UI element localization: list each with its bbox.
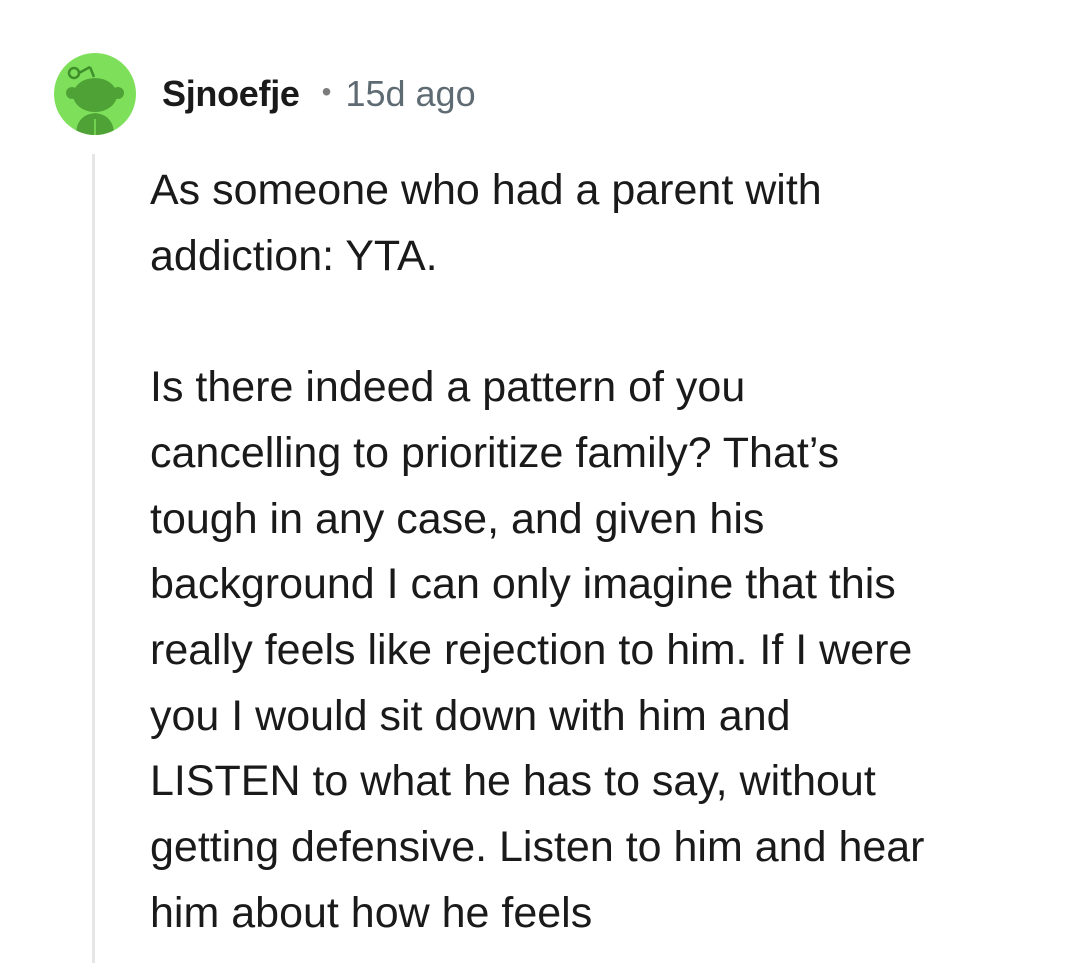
comment: Sjnoefje • 15d ago As someone who had a … bbox=[0, 0, 1080, 963]
timestamp: 15d ago bbox=[345, 73, 476, 114]
comment-line: tough in any case, and given his bbox=[150, 494, 765, 543]
thread-line[interactable] bbox=[92, 154, 95, 963]
comment-line: addiction: YTA. bbox=[150, 231, 438, 280]
comment-line: LISTEN to what he has to say, without bbox=[150, 757, 876, 806]
username[interactable]: Sjnoefje bbox=[162, 73, 300, 115]
comment-line: you I would sit down with him and bbox=[150, 691, 791, 740]
comment-line: As someone who had a parent with bbox=[150, 166, 822, 214]
comment-body: As someone who had a parent with addicti… bbox=[150, 158, 1030, 946]
comment-line: getting defensive. Listen to him and hea… bbox=[150, 823, 925, 872]
snoo-avatar-icon[interactable] bbox=[54, 53, 136, 135]
comment-line: background I can only imagine that this bbox=[150, 560, 896, 609]
comment-header: Sjnoefje • 15d ago bbox=[162, 72, 476, 116]
comment-line: cancelling to prioritize family? That’s bbox=[150, 428, 840, 477]
comment-line: really feels like rejection to him. If I… bbox=[150, 625, 913, 674]
comment-line: him about how he feels bbox=[150, 888, 593, 937]
comment-line: Is there indeed a pattern of you bbox=[150, 363, 746, 412]
separator-dot: • bbox=[321, 76, 332, 107]
